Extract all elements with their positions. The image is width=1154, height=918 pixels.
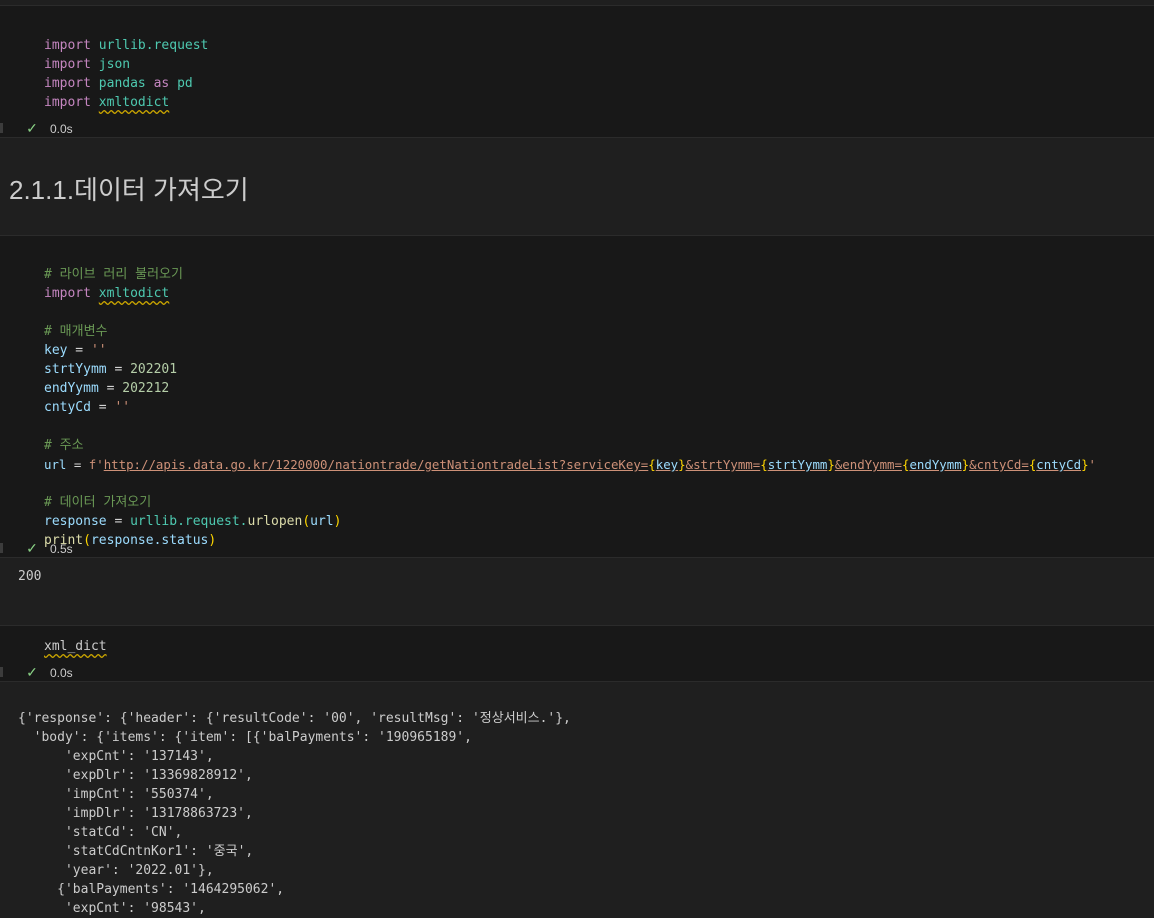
variable: key: [44, 343, 68, 358]
cell-status: ✓ 0.0s: [24, 664, 73, 681]
code-line: import json: [44, 55, 208, 74]
code-line: import xmltodict: [44, 93, 208, 112]
url-string: http://apis.data.go.kr/1220000/nationtra…: [103, 457, 649, 472]
code-line: url = f'http://apis.data.go.kr/1220000/n…: [44, 457, 1096, 472]
check-icon: ✓: [26, 664, 38, 680]
keyword-as: as: [153, 76, 170, 91]
number-literal: 202201: [130, 362, 178, 377]
fstring-var: key: [655, 457, 679, 472]
output-line: {'balPayments': '1464295062',: [18, 882, 285, 897]
cell-gutter-marker: [0, 667, 3, 677]
cell-gutter-marker: [0, 123, 3, 133]
output-line: 'impDlr': '13178863723',: [18, 806, 253, 821]
fstring-var: endYymm: [909, 457, 962, 472]
code-line: endYymm = 202212: [44, 381, 170, 396]
variable-reference: xml_dict: [44, 639, 107, 654]
output-line: 'body': {'items': {'item': [{'balPayment…: [18, 730, 472, 745]
module-name: urllib.request: [98, 38, 209, 53]
code-line: # 매개변수: [44, 322, 1096, 341]
string-literal: '': [90, 343, 107, 358]
url-string: &endYymm=: [834, 457, 902, 472]
code-line: cntyCd = '': [44, 400, 131, 415]
output-line: 'expDlr': '13369828912',: [18, 768, 253, 783]
string-quote: ': [1088, 457, 1096, 472]
code-cell-fetch[interactable]: # 라이브 러리 불러오기 import xmltodict # 매개변수 key …: [0, 235, 1154, 558]
module-name: json: [98, 57, 131, 72]
output-line: 'statCdCntnKor1': '중국',: [18, 844, 254, 859]
cell-gutter-marker: [0, 543, 3, 553]
keyword-import: import: [44, 57, 91, 72]
markdown-heading: 2.1.1.데이터 가져오기: [9, 175, 249, 205]
url-string: &cntyCd=: [969, 457, 1029, 472]
keyword-import: import: [44, 76, 91, 91]
execution-time: 0.0s: [50, 665, 73, 680]
output-line: 'impCnt': '550374',: [18, 787, 214, 802]
execution-time: 0.0s: [50, 121, 73, 136]
output-line: 'expCnt': '98543',: [18, 901, 206, 916]
code-line: response = urllib.request.urlopen(url): [44, 514, 342, 529]
module-name: pandas: [98, 76, 146, 91]
code-line: import urllib.request: [44, 36, 208, 55]
variable: url: [44, 457, 67, 472]
module-name: urllib.request.: [130, 514, 248, 529]
code-line: import xmltodict: [44, 284, 1096, 303]
output-line: 'statCd': 'CN',: [18, 825, 183, 840]
code-line: import pandas as pd: [44, 74, 208, 93]
cell-status: ✓ 0.5s: [24, 540, 73, 557]
cell-output: 200: [18, 569, 42, 584]
code-line: print(response.status): [44, 533, 217, 548]
url-string: &strtYymm=: [685, 457, 761, 472]
keyword-import: import: [44, 286, 91, 301]
code-line: strtYymm = 202201: [44, 362, 178, 377]
cell-output: {'response': {'header': {'resultCode': '…: [18, 690, 571, 918]
code-editor[interactable]: import urllib.request import json import p…: [44, 17, 208, 112]
alias-name: pd: [177, 76, 193, 91]
code-line: # 라이브 러리 불러오기: [44, 265, 1096, 284]
argument: response.status: [90, 533, 209, 548]
code-editor[interactable]: xml_dict: [44, 637, 107, 656]
output-line: {'response': {'header': {'resultCode': '…: [18, 711, 571, 726]
module-name: xmltodict: [98, 95, 170, 110]
module-name: xmltodict: [98, 286, 170, 301]
execution-time: 0.5s: [50, 541, 73, 556]
code-line: # 데이터 가져오기: [44, 493, 1096, 512]
code-line: # 주소: [44, 436, 1096, 455]
string-literal: '': [114, 400, 131, 415]
check-icon: ✓: [26, 540, 38, 556]
fstring-prefix: f': [88, 457, 104, 472]
cell-status: ✓ 0.0s: [24, 120, 73, 137]
code-line: key = '': [44, 343, 107, 358]
keyword-import: import: [44, 95, 91, 110]
output-line: 'expCnt': '137143',: [18, 749, 214, 764]
comment: # 매개변수: [44, 324, 108, 339]
argument: url: [310, 514, 334, 529]
code-cell-xml-dict[interactable]: xml_dict ✓ 0.0s: [0, 625, 1154, 682]
output-line: 'year': '2022.01'},: [18, 863, 214, 878]
fstring-var: cntyCd: [1036, 457, 1082, 472]
comment: # 데이터 가져오기: [44, 495, 152, 510]
number-literal: 202212: [122, 381, 170, 396]
variable: strtYymm: [44, 362, 107, 377]
keyword-import: import: [44, 38, 91, 53]
code-cell-imports[interactable]: import urllib.request import json import p…: [0, 5, 1154, 138]
variable: endYymm: [44, 381, 99, 396]
comment: # 라이브 러리 불러오기: [44, 267, 183, 282]
function-name: urlopen: [247, 514, 303, 529]
variable: response: [44, 514, 107, 529]
fstring-var: strtYymm: [767, 457, 828, 472]
variable: cntyCd: [44, 400, 91, 415]
code-editor[interactable]: # 라이브 러리 불러오기 import xmltodict # 매개변수 key …: [44, 246, 1096, 550]
check-icon: ✓: [26, 120, 38, 136]
comment: # 주소: [44, 438, 84, 453]
